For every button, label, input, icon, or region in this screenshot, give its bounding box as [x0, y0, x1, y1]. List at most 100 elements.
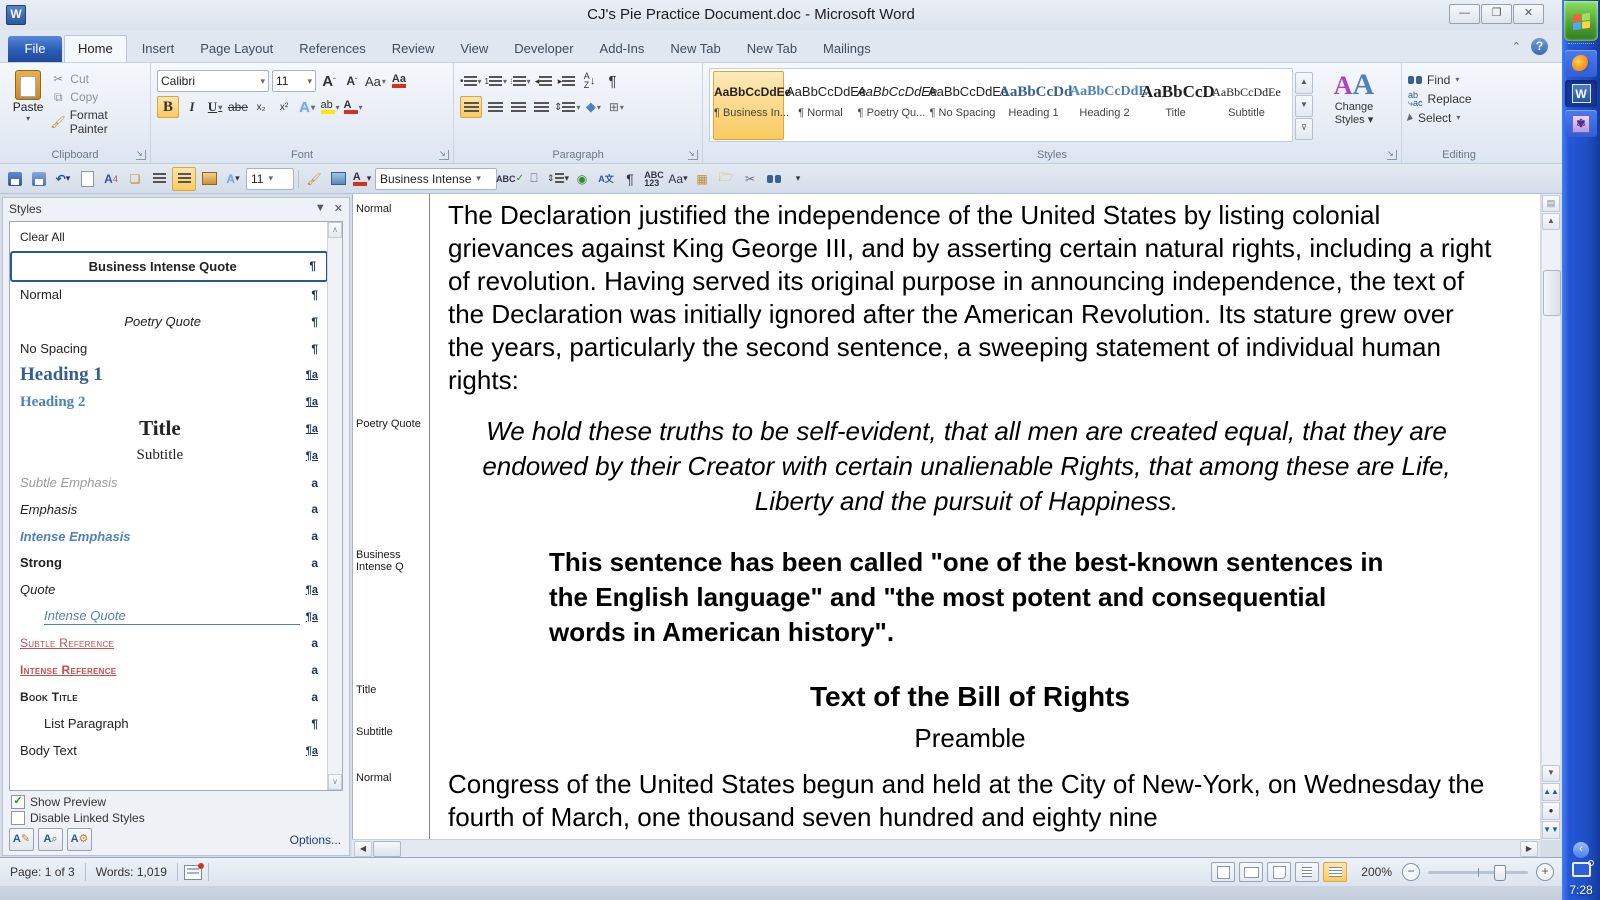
style-item-normal[interactable]: Normal¶ [10, 282, 328, 309]
subscript-button[interactable]: x₂ [251, 97, 271, 117]
style-item-heading-1[interactable]: Heading 1¶a [10, 362, 328, 389]
styles-scroll-up-icon[interactable]: ∧ [328, 222, 342, 238]
text-effects-button[interactable]: A▾ [297, 97, 317, 117]
style-item-clear-all[interactable]: Clear All [10, 224, 328, 251]
gallery-style-no-spacing[interactable]: AaBbCcDdEe ¶ No Spacing [928, 71, 997, 139]
restore-button[interactable]: ❐ [1481, 4, 1512, 24]
table-icon[interactable]: ▦ [691, 168, 713, 190]
clear-formatting-button[interactable]: Aa [389, 71, 409, 91]
close-button[interactable]: ✕ [1513, 4, 1544, 24]
zoom-slider-thumb[interactable] [1494, 865, 1506, 881]
select-browse-object-button[interactable]: ● [1542, 802, 1560, 820]
gallery-style-heading2[interactable]: AaBbCcDdE Heading 2 [1070, 71, 1139, 139]
save-as-icon[interactable] [28, 168, 50, 190]
style-item-subtle-emphasis[interactable]: Subtle Emphasisa [10, 469, 328, 496]
style-item-no-spacing[interactable]: No Spacing¶ [10, 335, 328, 362]
font-color-button[interactable]: A▾ [343, 97, 363, 117]
gallery-style-title[interactable]: AaBbCcD Title [1141, 71, 1210, 139]
qat-style-combo[interactable]: Business Intense▾ [375, 168, 497, 190]
align-left-button[interactable] [460, 96, 482, 118]
scroll-right-icon[interactable]: ▶ [1520, 841, 1538, 857]
zoom-out-icon[interactable]: − [1402, 863, 1420, 881]
disable-linked-styles-checkbox[interactable]: Disable Linked Styles [11, 810, 145, 826]
ruler-toggle-icon[interactable]: ▤ [1542, 195, 1560, 212]
select-button[interactable]: Select▾ [1408, 108, 1512, 127]
horizontal-scroll-thumb[interactable] [373, 841, 401, 857]
justify-button[interactable] [531, 97, 551, 117]
style-item-subtitle[interactable]: Subtitle¶a [10, 442, 328, 469]
shrink-font-button[interactable]: Aˇ [342, 71, 362, 91]
style-item-list-paragraph[interactable]: List Paragraph¶ [10, 710, 328, 737]
tab-review[interactable]: Review [379, 36, 448, 62]
web-layout-view-button[interactable] [1267, 862, 1291, 882]
start-button[interactable] [1564, 1, 1598, 41]
gallery-style-normal[interactable]: AaBbCcDdEe ¶ Normal [786, 71, 855, 139]
tab-new-tab-2[interactable]: New Tab [734, 36, 810, 62]
styles-scroll-down-icon[interactable]: ∨ [328, 774, 342, 790]
scroll-up-icon[interactable]: ▲ [1542, 213, 1560, 230]
line-spacing-button[interactable]: ⇕▾ [554, 97, 580, 117]
style-item-intense-reference[interactable]: Intense Referencea [10, 657, 328, 684]
paragraph-subtitle[interactable]: Preamble [429, 722, 1540, 755]
style-item-strong[interactable]: Stronga [10, 550, 328, 577]
cut-button[interactable]: ✂Cut [50, 72, 146, 86]
vertical-scroll-thumb[interactable] [1543, 270, 1561, 316]
qat-more-icon[interactable]: ▾ [787, 168, 809, 190]
format-brush-icon[interactable]: 🖌 [303, 168, 325, 190]
picture-frame-icon[interactable] [198, 168, 220, 190]
tab-add-ins[interactable]: Add-Ins [587, 36, 658, 62]
font-effects-icon[interactable]: A▾ [222, 168, 244, 190]
fullscreen-reading-view-button[interactable] [1239, 862, 1263, 882]
image-icon[interactable] [327, 168, 349, 190]
tab-file[interactable]: File [8, 36, 62, 62]
page-indicator[interactable]: Page: 1 of 3 [8, 863, 86, 881]
tab-references[interactable]: References [286, 36, 378, 62]
new-document-icon[interactable] [76, 168, 98, 190]
styles-list-scrollbar[interactable]: ∧ ∨ [327, 222, 342, 790]
paragraph-poetry-quote[interactable]: We hold these truths to be self-evident,… [429, 414, 1540, 519]
multilevel-list-button[interactable]: ⁝▾ [510, 71, 531, 91]
gallery-more-button[interactable]: ⊽ [1295, 118, 1313, 140]
print-layout-view-button[interactable] [1211, 862, 1235, 882]
font-name-combo[interactable]: Calibri▾ [157, 70, 269, 92]
word-count-icon[interactable]: ABC123 [643, 168, 665, 190]
network-icon[interactable] [1572, 862, 1591, 877]
qat-font-size-combo[interactable]: 11▾ [246, 168, 294, 190]
previous-page-button[interactable]: ▲▲ [1542, 783, 1560, 801]
sort-button[interactable]: AZ↓ [580, 71, 600, 91]
underline-button[interactable]: U▾ [205, 97, 225, 117]
styles-dialog-launcher[interactable]: ↘ [1387, 150, 1397, 160]
paragraph-dialog-launcher[interactable]: ↘ [688, 150, 698, 160]
qat-font-color-icon[interactable]: A▾ [351, 168, 373, 190]
style-item-subtle-reference[interactable]: Subtle Referencea [10, 630, 328, 657]
qat-cut-icon[interactable]: ✂ [739, 168, 761, 190]
styles-pane-menu-icon[interactable]: ▼ [315, 202, 326, 215]
minimize-button[interactable]: — [1449, 4, 1480, 24]
qat-line-spacing-icon[interactable]: ⇕▾ [547, 168, 569, 190]
change-styles-button[interactable]: AA ChangeStyles ▾ [1315, 68, 1393, 147]
borders-button[interactable]: ⊞▾ [606, 97, 626, 117]
strikethrough-button[interactable]: abe [228, 97, 248, 117]
open-folder-icon[interactable]: 🗁 [715, 168, 737, 190]
show-hide-paragraph-button[interactable]: ¶ [603, 71, 623, 91]
align-icon-1[interactable] [148, 168, 170, 190]
manage-styles-button[interactable]: A⚙ [67, 828, 92, 851]
qat-change-case-icon[interactable]: Aa▾ [667, 168, 689, 190]
zoom-level-label[interactable]: 200% [1361, 865, 1392, 879]
replace-button[interactable]: ab⤷acReplace [1408, 89, 1512, 108]
gallery-scroll-up[interactable]: ▲ [1295, 72, 1313, 94]
style-item-quote[interactable]: Quote¶a [10, 576, 328, 603]
paste-button[interactable]: Paste ▾ [6, 68, 50, 147]
tab-developer[interactable]: Developer [501, 36, 586, 62]
style-item-emphasis[interactable]: Emphasisa [10, 496, 328, 523]
spelling-icon[interactable]: ABC✓ [499, 168, 521, 190]
paragraph-normal-2[interactable]: Congress of the United States begun and … [429, 768, 1540, 834]
style-item-intense-quote[interactable]: Intense Quote¶a [10, 603, 328, 630]
numbering-button[interactable]: 1▾ [485, 71, 507, 91]
paste-dropdown-arrow[interactable]: ▾ [6, 114, 50, 123]
align-center-button[interactable] [485, 97, 505, 117]
undo-icon[interactable]: ↶▾ [52, 168, 74, 190]
styles-pane-close-icon[interactable]: ✕ [334, 202, 343, 215]
style-item-heading-2[interactable]: Heading 2¶a [10, 389, 328, 416]
gallery-style-business-intense[interactable]: AaBbCcDdEe ¶ Business In... [713, 71, 784, 140]
